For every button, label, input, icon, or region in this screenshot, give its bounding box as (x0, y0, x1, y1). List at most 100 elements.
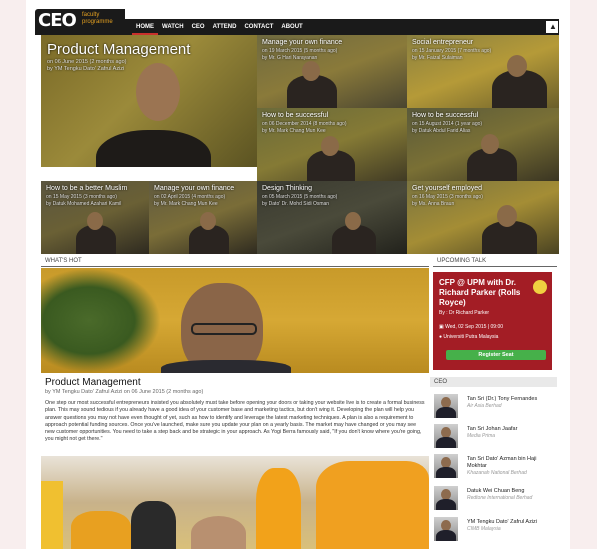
tile-date: on 05 March 2015 (5 months ago) (262, 194, 338, 200)
crowd-figure (256, 468, 301, 549)
speaker-head (507, 55, 527, 77)
tile-author: by Mr. G Hari Narayanan (262, 55, 318, 61)
tile-date: on 06 December 2014 (8 months ago) (262, 121, 347, 127)
ceo-avatar (434, 486, 458, 510)
tile-author: by Mr. Faizal Sulaiman (412, 55, 463, 61)
video-tile[interactable]: How to be a better Muslim on 15 May 2015… (41, 181, 149, 254)
tile-author: by Datuk Mohamed Azahari Kamil (46, 201, 122, 207)
tile-meta: on 15 May 2015 (3 months ago) by Datuk Mo… (46, 194, 121, 208)
tile-meta: on 02 April 2015 (4 months ago) by Mr. Ma… (154, 194, 225, 208)
speaker-head (345, 212, 361, 230)
event-logo (533, 280, 547, 294)
video-tile[interactable]: How to be successful on 15 August 2014 (… (407, 108, 559, 181)
speaker-head (481, 134, 499, 154)
plant-leaves (41, 268, 161, 373)
user-menu-button[interactable]: ▲ (546, 21, 558, 33)
ceo-name: YM Tengku Dato' Zafrul Azizi (467, 519, 538, 525)
speaker-head (200, 212, 216, 230)
tile-meta: on 15 August 2014 (1 year ago) by Datuk A… (412, 121, 482, 135)
ceo-name: Tan Sri Johan Jaafar (467, 426, 518, 432)
tile-date: on 02 April 2015 (4 months ago) (154, 194, 226, 200)
banner-left (41, 481, 63, 549)
speaker-glasses (191, 323, 257, 335)
event-speaker: By : Dr Richard Parker (439, 310, 490, 316)
featured-meta: on 06 June 2015 (2 months ago) by YM Ten… (47, 59, 127, 73)
tile-title: How to be successful (412, 112, 479, 119)
video-tile[interactable]: Get yourself employed on 16 May 2015 (3 … (407, 181, 559, 254)
tile-date: on 16 May 2015 (3 months ago) (412, 194, 483, 200)
speaker-head (302, 61, 320, 81)
ceo-company: CIMB Malaysia (467, 526, 501, 532)
nav-home[interactable]: HOME (132, 19, 158, 35)
event-date-row: ▣ Wed, 02 Sep 2015 | 09:00 (439, 324, 503, 330)
tile-title: Manage your own finance (262, 39, 343, 46)
crowd-figure (71, 511, 131, 549)
event-venue: Universiti Putra Malaysia (443, 334, 499, 340)
speaker-head (136, 63, 180, 121)
tile-author: by Mr. Mark Chang Mun Kee (262, 128, 326, 134)
calendar-icon: ▣ (439, 324, 444, 330)
event-venue-row: ● Universiti Putra Malaysia (439, 334, 498, 340)
tile-title: How to be successful (262, 112, 329, 119)
tile-meta: on 19 March 2015 (5 months ago) by Mr. G … (262, 48, 337, 62)
ceo-name: Tan Sri Dato' Azman bin Haji Mokhtar (467, 456, 537, 469)
speaker-head (321, 136, 339, 156)
site-logo[interactable]: CEO faculty programme (35, 9, 125, 35)
tile-title: Get yourself employed (412, 185, 483, 192)
tile-author: by Datuk Abdul Farid Alias (412, 128, 471, 134)
ceo-company: Media Prima (467, 433, 496, 439)
ceo-name: Datuk Wei Chuan Beng (467, 488, 525, 494)
featured-author: by YM Tengku Dato' Zafrul Azizi (47, 66, 125, 72)
video-tile[interactable]: Design Thinking on 05 March 2015 (5 mont… (257, 181, 407, 254)
logo-subtext: faculty programme (82, 12, 113, 25)
ceo-list-item[interactable]: Tan Sri (Dr.) Tony Fernandes Air Asia Be… (432, 394, 557, 422)
video-tile[interactable]: Manage your own finance on 02 April 2015… (149, 181, 257, 254)
tile-author: by Ms. Anna Braun (412, 201, 455, 207)
tile-meta: on 16 May 2015 (3 months ago) by Ms. Anna… (412, 194, 483, 208)
ceo-avatar (434, 454, 458, 478)
event-crowd-image[interactable] (41, 456, 429, 549)
tile-meta: on 06 December 2014 (8 months ago) by Mr.… (262, 121, 347, 135)
tile-date: on 19 March 2015 (5 months ago) (262, 48, 338, 54)
upcoming-talk-card[interactable]: CFP @ UPM with Dr. Richard Parker (Rolls… (433, 272, 552, 370)
ceo-avatar (434, 424, 458, 448)
ceo-name: Tan Sri (Dr.) Tony Fernandes (467, 396, 538, 402)
tile-date: on 15 January 2015 (7 months ago) (412, 48, 492, 54)
tile-meta: on 05 March 2015 (5 months ago) by Dato' … (262, 194, 337, 208)
video-tile[interactable]: Social entrepreneur on 15 January 2015 (… (407, 35, 559, 108)
ceo-heading: CEO (430, 377, 557, 387)
featured-video-tile[interactable]: Product Management on 06 June 2015 (2 mo… (41, 35, 257, 167)
nav-ceo[interactable]: CEO (188, 19, 209, 35)
speaker-body (161, 360, 291, 373)
video-tile[interactable]: How to be successful on 06 December 2014… (257, 108, 407, 181)
article-hero-image[interactable] (41, 268, 429, 373)
tile-title: Manage your own finance (154, 185, 235, 192)
nav-contact[interactable]: CONTACT (240, 19, 277, 35)
nav-about[interactable]: ABOUT (277, 19, 306, 35)
nav-menu: HOME WATCH CEO ATTEND CONTACT ABOUT (132, 19, 307, 35)
upcoming-talk-heading: UPCOMING TALK (433, 256, 557, 267)
article-title[interactable]: Product Management (45, 377, 141, 388)
user-icon: ▲ (549, 22, 557, 31)
ceo-list-item[interactable]: YM Tengku Dato' Zafrul Azizi CIMB Malays… (432, 517, 557, 545)
logo-text: CEO (38, 10, 77, 31)
tile-date: on 15 August 2014 (1 year ago) (412, 121, 483, 127)
tile-title: Design Thinking (262, 185, 313, 192)
article-body: One step our most successful entrepreneu… (45, 400, 425, 443)
register-seat-button[interactable]: Register Seat (446, 350, 546, 360)
tile-author: by Dato' Dr. Mohd Sidi Osman (262, 201, 330, 207)
event-title: CFP @ UPM with Dr. Richard Parker (Rolls… (439, 278, 521, 307)
speaker-head (87, 212, 103, 230)
article-meta: by YM Tengku Dato' Zafrul Azizi on 06 Ju… (45, 389, 204, 395)
ceo-list-item[interactable]: Tan Sri Johan Jaafar Media Prima (432, 424, 557, 452)
location-pin-icon: ● (439, 334, 443, 340)
tile-meta: on 15 January 2015 (7 months ago) by Mr. … (412, 48, 491, 62)
ceo-list-item[interactable]: Tan Sri Dato' Azman bin Haji Mokhtar Kha… (432, 454, 557, 482)
event-date: Wed, 02 Sep 2015 | 09:00 (445, 324, 504, 330)
nav-watch[interactable]: WATCH (158, 19, 188, 35)
video-tile[interactable]: Manage your own finance on 19 March 2015… (257, 35, 407, 108)
ceo-avatar (434, 517, 458, 541)
nav-attend[interactable]: ATTEND (209, 19, 241, 35)
tile-title: Social entrepreneur (412, 39, 474, 46)
ceo-list-item[interactable]: Datuk Wei Chuan Beng Redtone Internation… (432, 486, 557, 514)
